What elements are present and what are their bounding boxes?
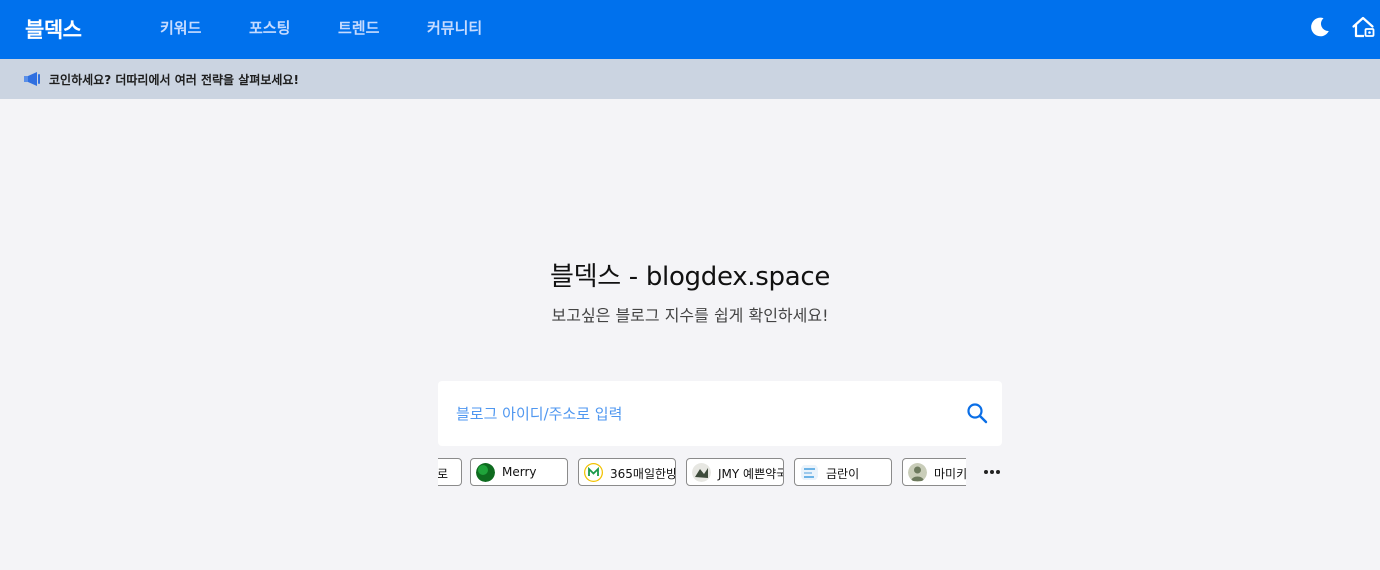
megaphone-icon bbox=[24, 72, 40, 86]
blog-avatar bbox=[692, 463, 711, 482]
site-logo[interactable]: 블덱스 bbox=[25, 14, 82, 44]
chip-label: Merry bbox=[502, 465, 537, 479]
recent-blog-chip[interactable]: 로 bbox=[438, 458, 462, 486]
recent-blog-chip[interactable]: 마미키친 bbox=[902, 458, 966, 486]
nav-posting[interactable]: 포스팅 bbox=[249, 17, 290, 38]
recent-blog-chip[interactable]: Merry bbox=[470, 458, 568, 486]
blog-avatar bbox=[801, 465, 818, 480]
chip-label: 마미키친 bbox=[934, 467, 966, 481]
search-box bbox=[438, 381, 1002, 446]
search-input[interactable] bbox=[454, 399, 958, 429]
top-navigation-bar: 블덱스 키워드 포스팅 트렌드 커뮤니티 bbox=[0, 0, 1380, 59]
search-icon[interactable] bbox=[965, 401, 989, 425]
page-title: 블덱스 - blogdex.space bbox=[549, 262, 831, 292]
recent-blog-chip[interactable]: 365매일한방 bbox=[578, 458, 676, 486]
nav-community[interactable]: 커뮤니티 bbox=[427, 17, 482, 38]
chip-label: JMY 예쁜약국 bbox=[718, 467, 784, 481]
nav-trend[interactable]: 트렌드 bbox=[338, 17, 379, 38]
moon-icon[interactable] bbox=[1308, 15, 1332, 39]
blog-avatar bbox=[908, 463, 927, 482]
chip-label: 365매일한방 bbox=[610, 467, 676, 481]
recent-blogs-list[interactable]: 로 Merry 365매일한방 JMY 예쁜약국 금란이 마미 bbox=[438, 458, 966, 490]
more-dots-icon[interactable] bbox=[982, 464, 1002, 480]
nav-keyword[interactable]: 키워드 bbox=[160, 17, 201, 38]
notice-text[interactable]: 코인하세요? 더따리에서 여러 전략을 살펴보세요! bbox=[49, 71, 299, 88]
chip-label: 로 bbox=[438, 467, 449, 481]
chip-label: 금란이 bbox=[826, 467, 860, 481]
page-subtitle: 보고싶은 블로그 지수를 쉽게 확인하세요! bbox=[551, 306, 829, 325]
home-icon[interactable] bbox=[1350, 14, 1376, 40]
recent-blog-chip[interactable]: 금란이 bbox=[794, 458, 892, 486]
blog-avatar bbox=[584, 463, 603, 482]
recent-blog-chip[interactable]: JMY 예쁜약국 bbox=[686, 458, 784, 486]
blog-avatar bbox=[476, 463, 495, 482]
